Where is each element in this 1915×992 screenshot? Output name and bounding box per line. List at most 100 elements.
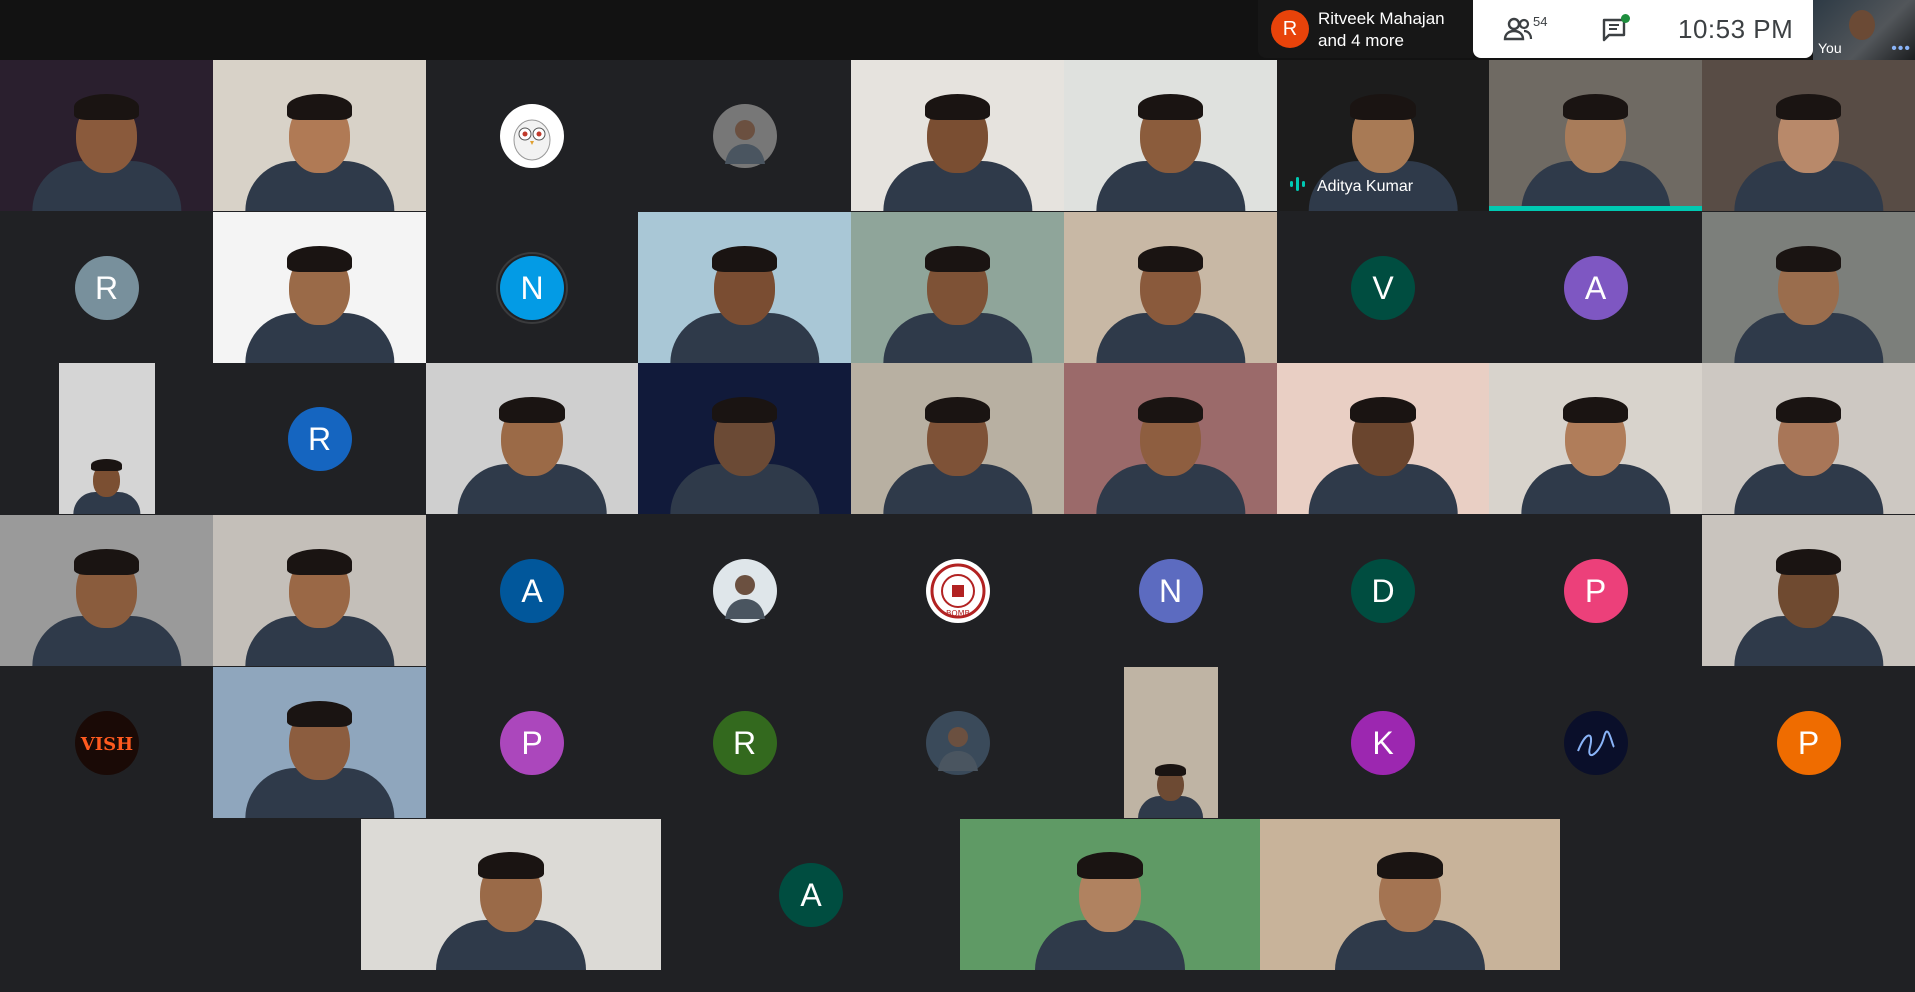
participant-tile[interactable]	[426, 363, 638, 514]
participant-hair	[1154, 763, 1187, 776]
participant-hair	[1077, 852, 1143, 879]
participant-avatar: V	[1351, 255, 1415, 320]
participant-avatar: D	[1351, 558, 1415, 623]
participant-tile[interactable]	[851, 212, 1064, 363]
participant-tile[interactable]: V	[1277, 212, 1489, 363]
participant-hair	[711, 396, 778, 423]
chat-button[interactable]	[1591, 0, 1641, 58]
self-view-label: You	[1818, 40, 1842, 56]
participant-face	[1154, 763, 1187, 802]
participant-tile[interactable]: Aditya Kumar	[1277, 60, 1489, 211]
video-feed	[58, 363, 155, 514]
participant-face	[1377, 852, 1443, 932]
participant-face	[478, 852, 544, 932]
participant-tile[interactable]	[851, 60, 1064, 211]
video-feed	[1123, 667, 1218, 818]
participant-face	[924, 396, 991, 477]
participant-tile[interactable]: A	[426, 515, 638, 666]
participant-tile[interactable]	[638, 363, 851, 514]
participant-avatar: N	[500, 255, 564, 320]
participant-tile[interactable]	[1489, 60, 1702, 211]
participant-tile[interactable]	[638, 212, 851, 363]
participant-hair	[1350, 94, 1416, 121]
participant-tile[interactable]	[1064, 667, 1277, 818]
participant-face	[1137, 396, 1204, 477]
participant-face	[924, 93, 991, 174]
participant-tile[interactable]: P	[1489, 515, 1702, 666]
participant-hair	[499, 397, 565, 424]
participants-button[interactable]: 54	[1491, 0, 1561, 58]
participant-tile[interactable]	[1489, 667, 1702, 818]
participant-tile[interactable]: N	[1064, 515, 1277, 666]
participant-face	[286, 245, 353, 326]
participant-tile[interactable]: VISH	[0, 667, 213, 818]
participant-count: 54	[1533, 14, 1548, 29]
participant-avatar: P	[500, 710, 564, 775]
self-view-tile[interactable]: You •••	[1813, 0, 1915, 60]
participant-hair	[924, 396, 991, 423]
participant-face	[1562, 396, 1629, 477]
participant-tile[interactable]: P	[426, 667, 638, 818]
participant-hair	[73, 93, 140, 120]
participant-tile[interactable]: R	[0, 212, 213, 363]
participant-tile[interactable]	[0, 60, 213, 211]
photo-avatar-icon	[925, 710, 990, 775]
participant-tile[interactable]	[213, 60, 426, 211]
photo-avatar-icon	[712, 558, 777, 623]
participant-tile[interactable]: P	[1702, 667, 1915, 818]
participant-tile[interactable]	[0, 363, 213, 514]
participant-tile[interactable]: A	[661, 819, 961, 970]
participant-tile[interactable]	[1489, 363, 1702, 514]
participant-hair	[1775, 548, 1842, 575]
participant-tile[interactable]: D	[1277, 515, 1489, 666]
participant-hair	[286, 93, 353, 120]
participant-tile[interactable]	[960, 819, 1260, 970]
participant-face	[1137, 93, 1204, 174]
participant-hair	[1377, 852, 1443, 879]
participant-tile[interactable]	[851, 363, 1064, 514]
participant-tile[interactable]	[1702, 60, 1915, 211]
participant-tile[interactable]	[213, 667, 426, 818]
participant-tile[interactable]	[1702, 363, 1915, 514]
participant-tile[interactable]	[426, 60, 638, 211]
participant-tile[interactable]	[1277, 363, 1489, 514]
active-speaker-bar	[1489, 206, 1702, 211]
participant-tile[interactable]	[213, 212, 426, 363]
participant-tile[interactable]	[638, 515, 851, 666]
participant-tile[interactable]	[213, 515, 426, 666]
participant-tile[interactable]	[1702, 212, 1915, 363]
participant-tile[interactable]	[1702, 515, 1915, 666]
participant-tile[interactable]	[1064, 60, 1277, 211]
participant-avatar: N	[1138, 558, 1203, 623]
participant-avatar: A	[500, 558, 564, 623]
participant-face	[286, 548, 353, 629]
participant-avatar: P	[1776, 710, 1841, 775]
participant-tile[interactable]	[1064, 212, 1277, 363]
participant-tile[interactable]	[0, 515, 213, 666]
participant-tile[interactable]: N	[426, 212, 638, 363]
participant-hair	[73, 548, 140, 575]
owl-icon	[500, 103, 564, 168]
participant-tile[interactable]: K	[1277, 667, 1489, 818]
participant-tile[interactable]	[851, 667, 1064, 818]
svg-text:VISH: VISH	[79, 734, 132, 755]
participant-tile[interactable]	[1260, 819, 1560, 970]
participant-face	[711, 396, 778, 477]
participant-face	[73, 548, 140, 629]
participant-tile[interactable]	[361, 819, 661, 970]
participant-tile[interactable]: BOMB	[851, 515, 1064, 666]
presenter-chip[interactable]: R Ritveek Mahajan and 4 more	[1258, 0, 1473, 58]
participant-tile[interactable]	[638, 60, 851, 211]
participant-tile[interactable]: R	[213, 363, 426, 514]
participant-tile[interactable]: R	[638, 667, 851, 818]
presenter-others: and 4 more	[1318, 31, 1404, 50]
participant-tile[interactable]	[1064, 363, 1277, 514]
participant-hair	[1775, 93, 1842, 120]
participant-avatar: P	[1563, 558, 1628, 623]
participant-tile[interactable]: A	[1489, 212, 1702, 363]
participant-hair	[1137, 245, 1204, 272]
more-options-icon[interactable]: •••	[1891, 40, 1911, 58]
participant-hair	[1775, 396, 1842, 423]
participant-face	[711, 245, 778, 326]
presenter-name: Ritveek Mahajan	[1318, 9, 1445, 28]
